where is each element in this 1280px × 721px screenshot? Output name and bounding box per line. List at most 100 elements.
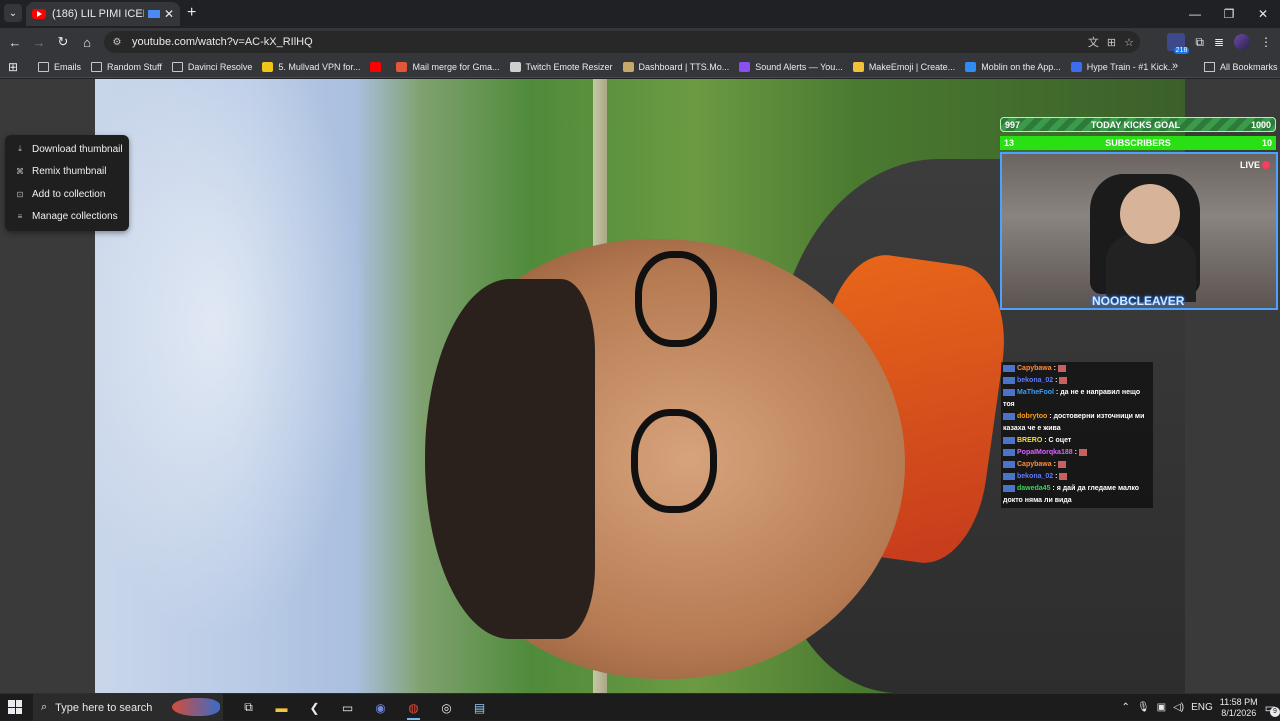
bookmark-label: Twitch Emote Resizer xyxy=(525,62,613,72)
file-explorer-icon[interactable]: ▬ xyxy=(265,694,298,721)
bookmark-folder[interactable]: Davinci Resolve xyxy=(171,62,252,72)
profile-avatar[interactable] xyxy=(1234,34,1250,50)
restore-button[interactable]: ❐ xyxy=(1212,0,1246,28)
all-bookmarks[interactable]: All Bookmarks xyxy=(1204,56,1278,78)
chat-emote-icon xyxy=(1059,472,1068,480)
tab-title: (186) LIL PIMI ICEBERG - Yo xyxy=(52,8,144,20)
chat-badge-icon xyxy=(1003,484,1015,492)
browser-tab[interactable]: (186) LIL PIMI ICEBERG - Yo ✕ xyxy=(26,2,180,26)
bookmark-resizer[interactable]: Twitch Emote Resizer xyxy=(509,62,613,72)
clock-date: 8/1/2026 xyxy=(1221,707,1257,718)
bookmark-app-store[interactable]: Moblin on the App... xyxy=(965,62,1061,72)
bookmark-star-icon[interactable]: ☆ xyxy=(1124,36,1134,49)
folder-icon xyxy=(91,62,103,72)
bookmark-tts[interactable]: Dashboard | TTS.Mo... xyxy=(622,62,729,72)
subscribers-goal-bar: 13 SUBSCRIBERS 10 xyxy=(1000,136,1276,150)
install-app-icon[interactable]: ⊞ xyxy=(1107,36,1116,49)
chat-emote-icon xyxy=(1078,448,1087,456)
close-window-button[interactable]: ✕ xyxy=(1246,0,1280,28)
language-indicator[interactable]: ENG xyxy=(1191,702,1213,713)
menu-item-add-to-collection[interactable]: ⊡ Add to collection xyxy=(5,183,129,206)
menu-item-remix-thumbnail[interactable]: ⌘ Remix thumbnail xyxy=(5,161,129,184)
toolbar-extensions: 218 ⧉ ≣ ⋮ xyxy=(1167,33,1272,54)
chat-message: Capybawa : xyxy=(1003,459,1151,471)
bookmark-sound-alerts[interactable]: Sound Alerts — You... xyxy=(739,62,843,72)
chat-username: bekona_02 xyxy=(1017,377,1054,384)
webcam-overlay: LIVE NOOBCLEAVER xyxy=(1000,152,1278,310)
chat-message: BRERO : С оцет xyxy=(1003,435,1151,447)
address-bar[interactable]: ⚙ youtube.com/watch?v=AC-kX_RIlHQ 文 ⊞ ☆ xyxy=(104,31,1140,53)
bookmark-mail-merge[interactable]: Mail merge for Gma... xyxy=(396,62,500,72)
download-icon: ⤓ xyxy=(18,144,22,154)
bookmark-label: Emails xyxy=(54,62,82,72)
menu-item-label: Download thumbnail xyxy=(32,143,123,155)
windows-taskbar: ⌕ Type here to search ⧉ ▬ ❮ ▭ ◉ ◍ ◎ ▤ ⌃ … xyxy=(0,693,1280,721)
forward-icon[interactable]: → xyxy=(30,33,48,51)
site-info-icon[interactable]: ⚙ xyxy=(110,35,124,49)
terminal-icon[interactable]: ❮ xyxy=(298,694,331,721)
bookmark-youtube[interactable] xyxy=(370,62,386,72)
network-icon[interactable]: ▣ xyxy=(1157,702,1166,713)
notepad-icon[interactable]: ▤ xyxy=(463,694,496,721)
home-icon[interactable]: ⌂ xyxy=(78,33,96,51)
bookmark-makeemoji[interactable]: MakeEmoji | Create... xyxy=(852,62,955,72)
folder-icon xyxy=(1204,62,1215,72)
microphone-icon[interactable]: 🎙 xyxy=(1137,702,1150,713)
chat-message: MaTheFool : да не е направил нещо тоя xyxy=(1003,388,1141,408)
media-controls-icon[interactable]: ≣ xyxy=(1214,35,1224,49)
chat-emote-icon xyxy=(1059,376,1068,384)
search-icon: ⌕ xyxy=(41,701,48,713)
new-tab-button[interactable]: + xyxy=(187,4,196,22)
thumbnail-context-menu: ⤓ Download thumbnail ⌘ Remix thumbnail ⊡ Ad… xyxy=(5,135,129,231)
volume-icon[interactable]: ◁) xyxy=(1173,702,1184,713)
menu-item-download-thumbnail[interactable]: ⤓ Download thumbnail xyxy=(5,138,129,161)
tray-overflow-icon[interactable]: ⌃ xyxy=(1122,702,1130,713)
notification-icon[interactable]: ▭ 9 xyxy=(1265,701,1280,717)
system-tray: ⌃ 🎙 ▣ ◁) ENG 11:58 PM 8/1/2026 ▭ 9 xyxy=(1122,694,1280,721)
bookmarks-overflow-icon[interactable]: » xyxy=(1172,60,1178,72)
bookmark-folder[interactable]: Emails xyxy=(38,62,81,72)
youtube-icon xyxy=(370,62,382,72)
obs-icon[interactable]: ◎ xyxy=(430,694,463,721)
bookmark-folder[interactable]: Random Stuff xyxy=(91,62,162,72)
clock[interactable]: 11:58 PM 8/1/2026 xyxy=(1220,697,1258,719)
chat-message: Capybawa : xyxy=(1003,363,1151,375)
back-icon[interactable]: ← xyxy=(6,33,24,51)
taskbar-apps: ⧉ ▬ ❮ ▭ ◉ ◍ ◎ ▤ xyxy=(232,694,496,721)
mail-merge-icon xyxy=(396,62,408,72)
chat-badge-icon xyxy=(1003,448,1015,456)
sound-alerts-icon xyxy=(739,62,751,72)
taskbar-search[interactable]: ⌕ Type here to search xyxy=(33,694,223,721)
remix-icon: ⌘ xyxy=(16,167,24,177)
bookmark-mullvad[interactable]: 5. Mullvad VPN for... xyxy=(262,62,360,72)
extension-icon[interactable]: 218 xyxy=(1167,33,1190,54)
chat-username: PopaIMorqka188 xyxy=(1017,449,1073,456)
chrome-icon[interactable]: ◍ xyxy=(397,694,430,721)
chat-badge-icon xyxy=(1003,436,1015,444)
live-dot-icon xyxy=(1262,161,1270,169)
extensions-puzzle-icon[interactable]: ⧉ xyxy=(1195,35,1204,50)
chat-badge-icon xyxy=(1003,376,1015,384)
minimize-button[interactable]: — xyxy=(1178,0,1212,28)
goal-current: 997 xyxy=(1005,119,1021,130)
goal-label: TODAY KICKS GOAL xyxy=(1090,119,1181,130)
browser-toolbar: ← → ↻ ⌂ ⚙ youtube.com/watch?v=AC-kX_RIlH… xyxy=(0,28,1280,56)
tab-close-icon[interactable]: ✕ xyxy=(164,7,174,21)
windows-start-icon[interactable] xyxy=(8,700,22,714)
apps-grid-icon[interactable]: ⊞ xyxy=(8,60,18,74)
translate-icon[interactable]: 文 xyxy=(1088,34,1099,50)
manage-collections-icon: ≡ xyxy=(17,212,23,222)
chat-badge-icon xyxy=(1003,412,1015,420)
tab-search-button[interactable]: ⌄ xyxy=(4,4,22,22)
glasses-lens-left xyxy=(635,251,717,347)
tts-icon xyxy=(622,62,634,72)
menu-item-manage-collections[interactable]: ≡ Manage collections xyxy=(5,206,129,229)
folder-icon xyxy=(38,62,49,72)
task-view-icon[interactable]: ⧉ xyxy=(232,694,265,721)
explorer-window-icon[interactable]: ▭ xyxy=(331,694,364,721)
reload-icon[interactable]: ↻ xyxy=(54,33,72,51)
menu-kebab-icon[interactable]: ⋮ xyxy=(1260,35,1272,49)
bookmark-label: Random Stuff xyxy=(107,62,162,72)
bookmark-hype-train[interactable]: Hype Train - #1 Kick... xyxy=(1070,62,1175,72)
discord-icon[interactable]: ◉ xyxy=(364,694,397,721)
